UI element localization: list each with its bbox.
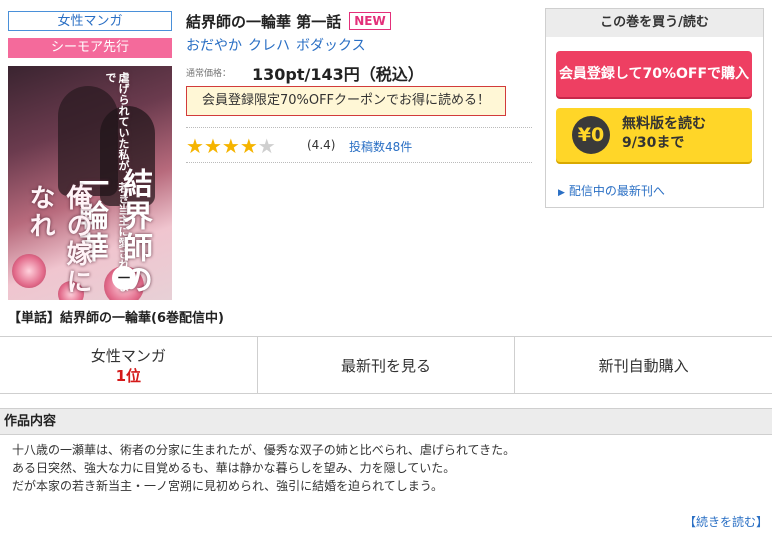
register-purchase-button[interactable]: 会員登録して70%OFFで購入 <box>556 51 752 97</box>
rating-value: (4.4) <box>307 138 336 152</box>
description-line: だが本家の若き新当主・一ノ宮朔に見初められ、強引に結婚を迫られてしまう。 <box>12 479 444 493</box>
cover-volume-mark: 一 <box>112 266 136 290</box>
book-title-text: 結界師の一輪華 第一話 <box>186 13 342 31</box>
tab-auto-purchase[interactable]: 新刊自動購入 <box>515 337 772 393</box>
section-header: 作品内容 <box>0 408 772 435</box>
triangle-right-icon: ▶ <box>558 188 565 198</box>
action-tabs: 女性マンガ 1位 最新刊を見る 新刊自動購入 <box>0 336 772 394</box>
purchase-box-header: この巻を買う/読む <box>546 9 763 37</box>
divider <box>186 162 532 163</box>
coupon-banner[interactable]: 会員登録限定70%OFFクーポンでお得に読める！ <box>186 86 506 116</box>
read-free-button[interactable]: ¥0 無料版を読む 9/30まで <box>556 108 752 162</box>
ranking-genre: 女性マンガ <box>90 346 166 365</box>
author-link[interactable]: おだやか <box>186 38 242 54</box>
read-free-line2: 9/30まで <box>622 135 685 151</box>
read-free-line1: 無料版を読む <box>622 116 706 132</box>
ranking-position: 1位 <box>115 366 142 385</box>
description-line: 十八歳の一瀬華は、術者の分家に生まれたが、優秀な双子の姉と比べられ、虐げられてき… <box>12 443 516 457</box>
cover-image[interactable]: 虐げられていた私が、若き当主に愛されるまで 結界師の一輪華 俺の嫁になれ 一 <box>8 66 172 300</box>
star-empty-icon: ★ <box>257 134 276 158</box>
description-line: ある日突然、強大な力に目覚めるも、華は静かな暮らしを望み、力を隠していた。 <box>12 461 456 475</box>
tab-latest[interactable]: 最新刊を見る <box>258 337 516 393</box>
author-list: おだやか クレハ ボダックス <box>186 35 372 55</box>
star-filled-icon: ★ <box>186 134 204 158</box>
new-badge: NEW <box>349 12 391 30</box>
genre-tag[interactable]: 女性マンガ <box>8 11 172 31</box>
price: 130pt/143円（税込） <box>252 65 424 84</box>
tab-ranking[interactable]: 女性マンガ 1位 <box>0 337 258 393</box>
star-rating: ★★★★★ <box>186 136 276 157</box>
latest-volume-label: 配信中の最新刊へ <box>568 184 665 198</box>
series-info: 【単話】結界師の一輪華(6巻配信中) <box>8 311 224 326</box>
early-release-tag: シーモア先行 <box>8 38 172 58</box>
latest-volume-link[interactable]: ▶ 配信中の最新刊へ <box>558 182 665 199</box>
read-more-link[interactable]: 【続きを読む】 <box>684 513 768 530</box>
description: 十八歳の一瀬華は、術者の分家に生まれたが、優秀な双子の姉と比べられ、虐げられてき… <box>12 441 515 495</box>
book-title: 結界師の一輪華 第一話 NEW <box>186 11 391 32</box>
star-filled-icon: ★ <box>221 134 240 158</box>
price-label: 通常価格： <box>186 69 232 79</box>
star-filled-icon: ★ <box>239 134 258 158</box>
yen-zero-icon: ¥0 <box>572 116 610 154</box>
latest-label: 最新刊を見る <box>341 356 432 375</box>
review-count-link[interactable]: 投稿数48件 <box>349 138 412 155</box>
cover-subtitle: 俺の嫁になれ <box>25 184 92 296</box>
star-filled-icon: ★ <box>203 134 222 158</box>
auto-purchase-label: 新刊自動購入 <box>598 356 689 375</box>
divider <box>186 127 532 128</box>
author-link[interactable]: クレハ <box>248 38 290 54</box>
author-link[interactable]: ボダックス <box>296 38 366 54</box>
read-free-text: 無料版を読む 9/30まで <box>622 115 706 153</box>
